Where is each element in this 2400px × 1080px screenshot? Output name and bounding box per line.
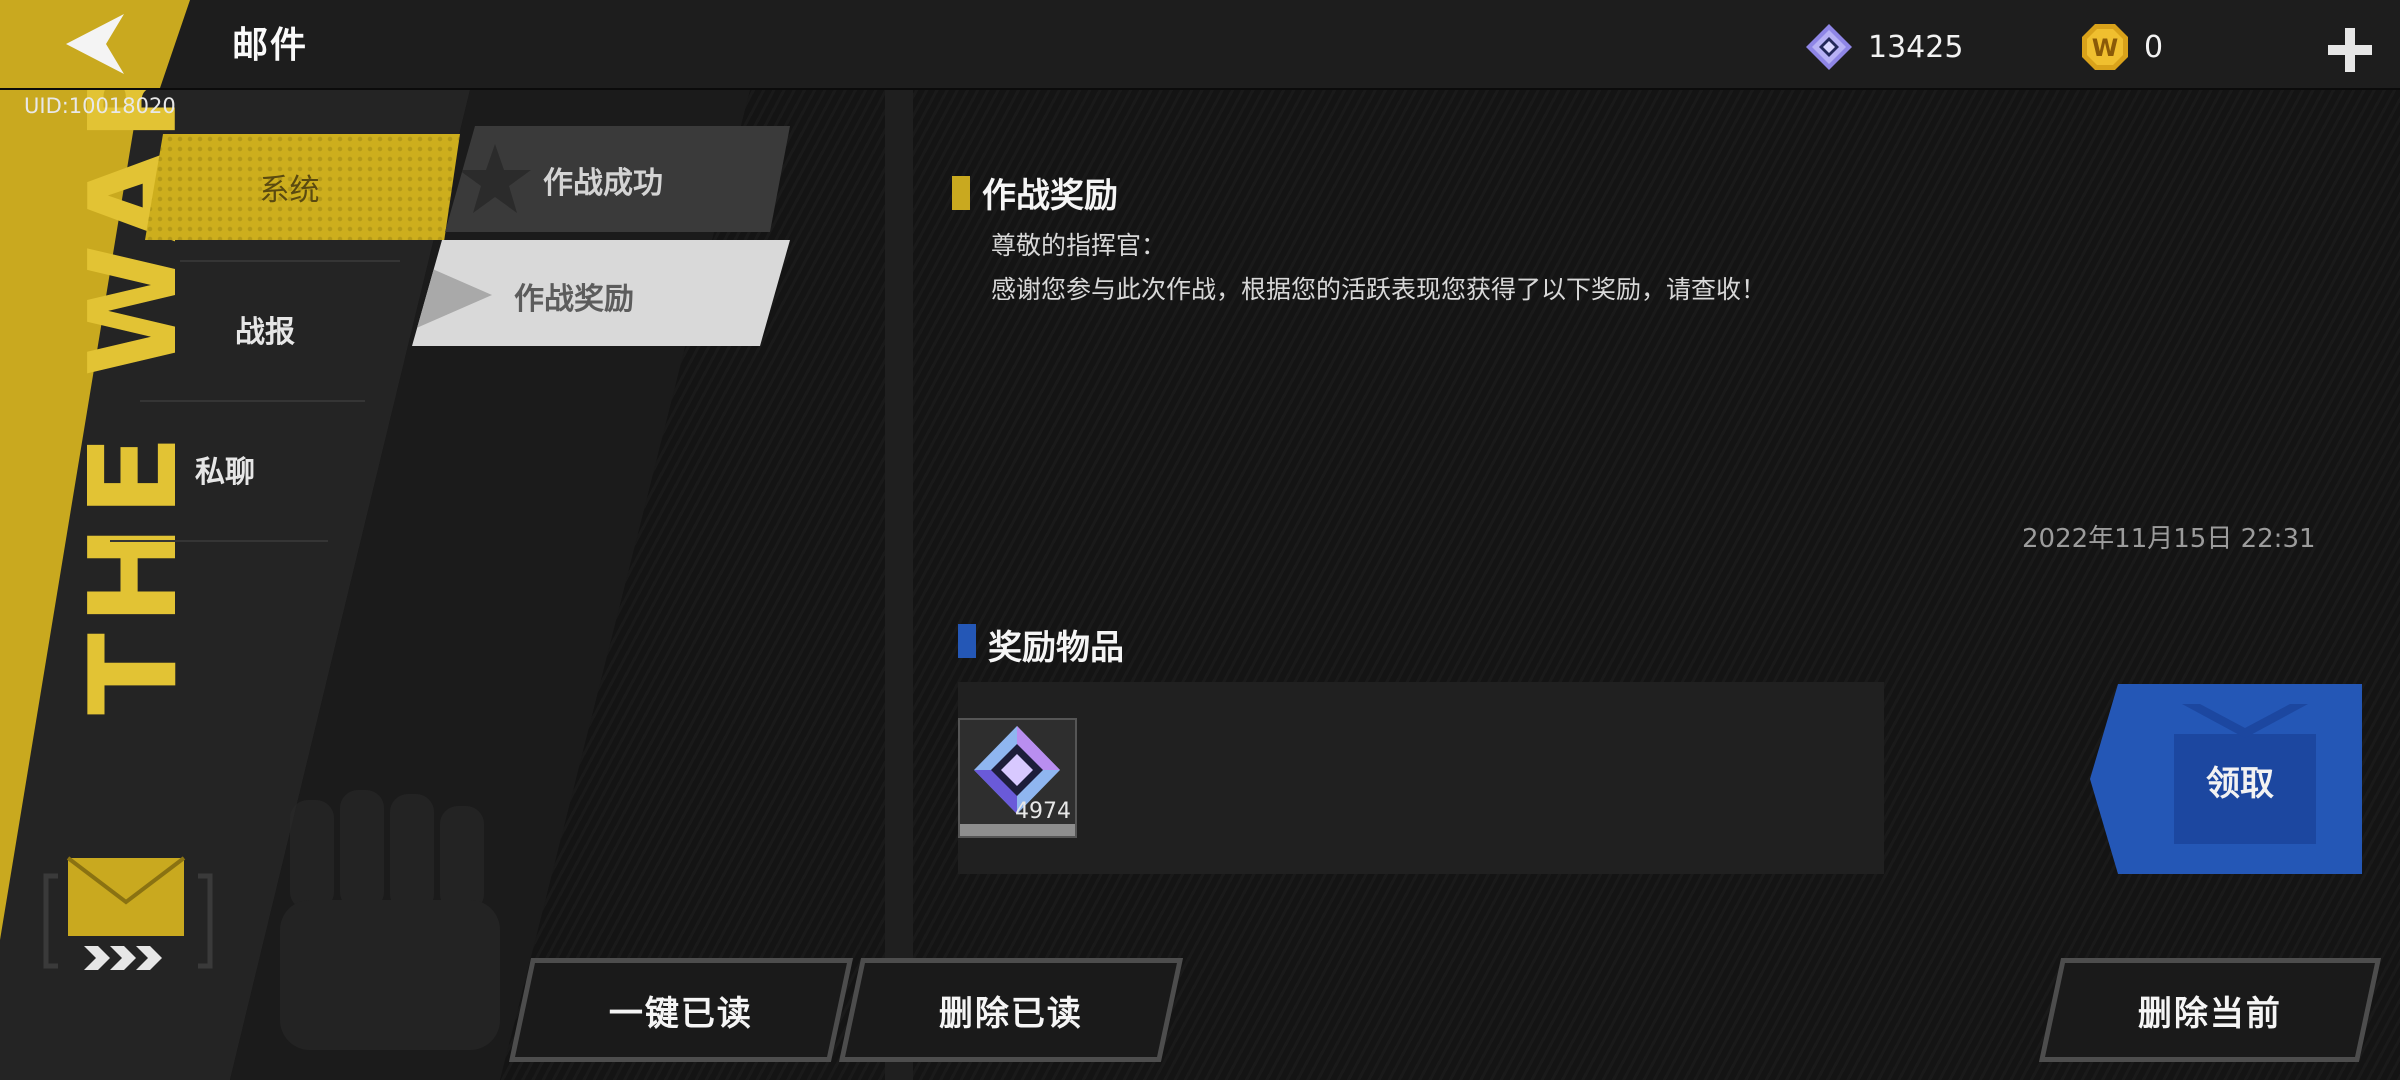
coin-currency: W 0 bbox=[2080, 24, 2164, 70]
svg-text:W: W bbox=[2092, 34, 2118, 62]
mail-item-title: 作战成功 bbox=[543, 166, 663, 201]
mail-item-battle-reward[interactable]: 作战奖励 bbox=[412, 240, 790, 346]
category-label: 战报 bbox=[235, 315, 295, 350]
mail-body: 感谢您参与此次作战，根据您的活跃表现您获得了以下奖励，请查收！ bbox=[991, 275, 1767, 304]
gem-count: 13425 bbox=[1868, 29, 1964, 65]
claim-button[interactable]: 领取 bbox=[2090, 684, 2362, 874]
back-arrow-icon bbox=[66, 14, 124, 74]
mail-subject: 作战奖励 bbox=[982, 176, 1118, 216]
delete-current-button[interactable]: 删除当前 bbox=[2038, 958, 2382, 1062]
gift-bow-icon bbox=[2182, 704, 2308, 738]
delete-read-button[interactable]: 删除已读 bbox=[838, 958, 1184, 1062]
coin-count: 0 bbox=[2144, 29, 2164, 65]
add-currency-button[interactable] bbox=[2328, 28, 2372, 72]
gem-icon bbox=[1806, 24, 1852, 70]
button-label: 删除当前 bbox=[2138, 993, 2282, 1034]
reward-count: 4974 bbox=[1015, 799, 1071, 824]
mail-item-battle-success[interactable]: 作战成功 bbox=[445, 126, 790, 232]
mail-envelope-icon bbox=[43, 856, 213, 970]
page-title: 邮件 bbox=[232, 25, 309, 66]
reward-item[interactable]: 4974 bbox=[958, 718, 1077, 838]
mail-date: 2022年11月15日 22:31 bbox=[2022, 524, 2316, 554]
category-separator bbox=[140, 400, 365, 402]
back-button[interactable] bbox=[0, 0, 190, 88]
panel-divider bbox=[885, 90, 913, 1080]
button-label: 一键已读 bbox=[609, 993, 753, 1034]
uid-label: UID:10018020 bbox=[24, 94, 176, 118]
rewards-marker bbox=[958, 624, 976, 658]
category-tab-battle-report[interactable]: 战报 bbox=[140, 294, 390, 364]
mark-all-read-button[interactable]: 一键已读 bbox=[508, 958, 854, 1062]
category-tab-system[interactable]: 系统 bbox=[145, 134, 460, 240]
coin-icon: W bbox=[2082, 24, 2128, 70]
category-separator bbox=[180, 260, 400, 262]
category-label: 系统 bbox=[259, 173, 320, 208]
reward-item-footer bbox=[960, 824, 1075, 836]
gem-currency: 13425 bbox=[1804, 24, 1964, 70]
button-label: 删除已读 bbox=[939, 993, 1083, 1034]
category-separator bbox=[110, 540, 328, 542]
category-tab-private-chat[interactable]: 私聊 bbox=[100, 434, 350, 504]
category-label: 私聊 bbox=[195, 455, 255, 490]
mail-greeting: 尊敬的指挥官： bbox=[991, 231, 1167, 260]
rewards-title: 奖励物品 bbox=[988, 628, 1124, 668]
claim-label: 领取 bbox=[2206, 764, 2274, 804]
subject-marker bbox=[952, 176, 970, 210]
mail-item-title: 作战奖励 bbox=[514, 282, 634, 317]
top-bar bbox=[0, 0, 2400, 90]
fist-watermark-icon bbox=[280, 790, 500, 1050]
reward-list bbox=[958, 682, 1884, 874]
